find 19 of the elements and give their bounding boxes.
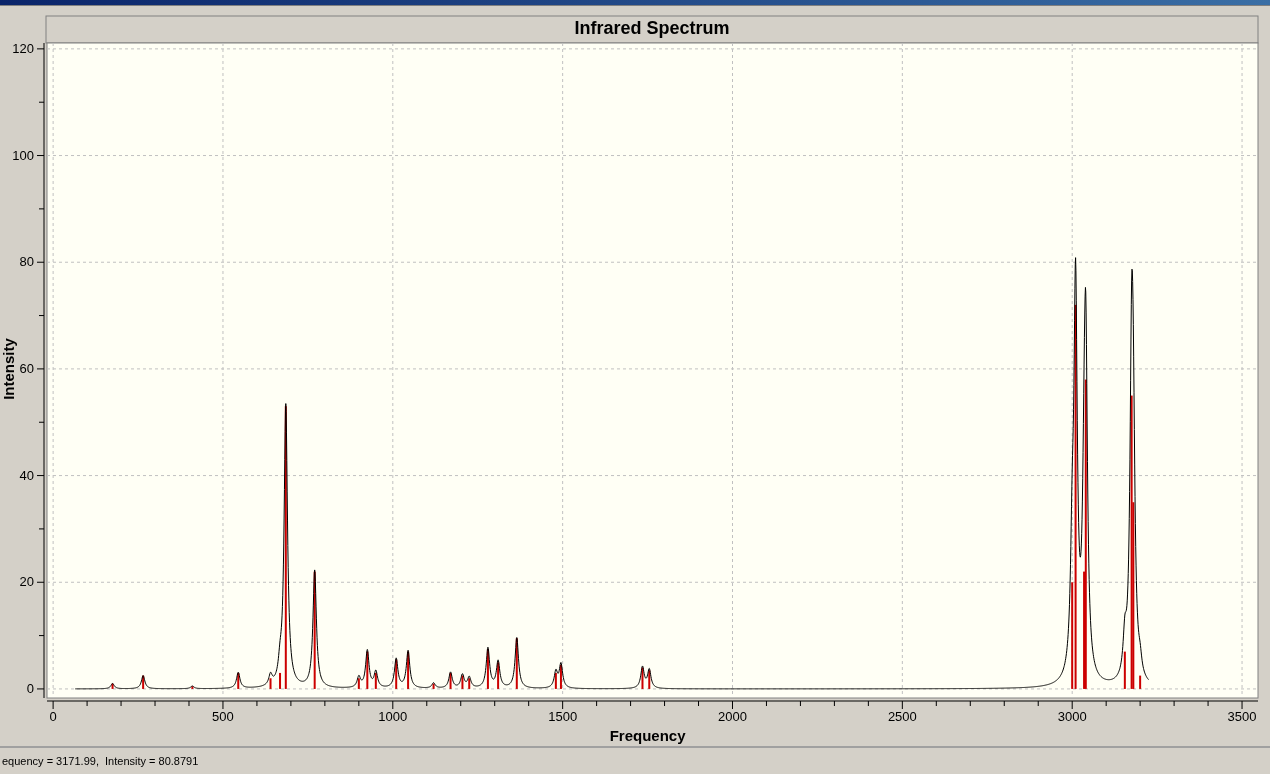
x-tick-label: 2500 <box>887 709 917 724</box>
x-tick-label: 1000 <box>378 709 408 724</box>
x-axis-label: Frequency <box>609 727 686 744</box>
y-tick-label: 120 <box>12 40 34 56</box>
y-tick-label: 80 <box>19 254 34 270</box>
chart-title: Infrared Spectrum <box>574 18 730 38</box>
x-tick-label: 1500 <box>548 709 578 724</box>
x-tick-label: 2000 <box>718 709 747 724</box>
y-tick-label: 20 <box>19 574 34 590</box>
status-text: equency = 3171.99, Intensity = 80.8791 <box>2 754 199 767</box>
y-axis-label: Intensity <box>0 338 17 400</box>
y-tick-label: 60 <box>19 360 34 376</box>
x-tick-label: 0 <box>49 709 57 724</box>
y-tick-label: 100 <box>12 147 34 163</box>
x-tick-label: 3000 <box>1057 709 1087 724</box>
y-tick-label: 0 <box>26 680 34 696</box>
x-tick-label: 3500 <box>1227 709 1257 724</box>
x-tick-label: 500 <box>212 709 234 724</box>
y-tick-label: 40 <box>19 467 34 483</box>
